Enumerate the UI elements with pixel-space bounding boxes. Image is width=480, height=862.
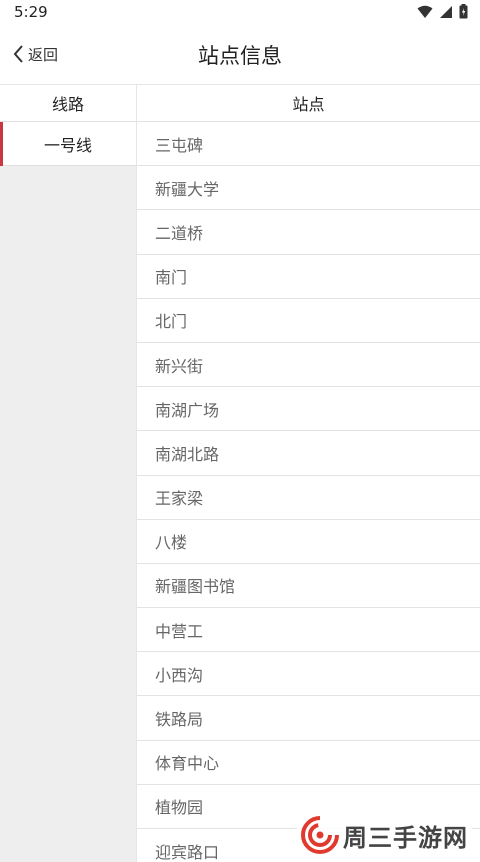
watermark-text: 周三手游网	[343, 823, 468, 852]
watermark: 周三手游网	[297, 814, 472, 856]
station-name: 中营工	[155, 621, 204, 641]
app-header: 返回 站点信息	[0, 24, 480, 84]
station-name: 小西沟	[155, 665, 204, 685]
station-name: 南湖广场	[155, 400, 220, 420]
station-name: 植物园	[155, 798, 204, 818]
station-name: 新兴街	[155, 356, 204, 376]
station-item[interactable]: 北门	[137, 299, 480, 343]
station-name: 新疆图书馆	[155, 577, 236, 597]
station-name: 新疆大学	[155, 179, 220, 199]
status-bar: 5:29	[0, 0, 480, 24]
station-item[interactable]: 三屯碑	[137, 122, 480, 167]
station-list[interactable]: 三屯碑 新疆大学 二道桥 南门 北门 新兴街 南湖广场 南湖北路 王家梁 八楼 …	[136, 122, 480, 862]
station-item[interactable]: 王家梁	[137, 476, 480, 520]
station-column-header: 站点	[136, 84, 480, 122]
station-item[interactable]: 小西沟	[137, 652, 480, 697]
station-name: 铁路局	[155, 710, 204, 730]
route-label: 一号线	[43, 135, 92, 155]
route-item-line-1[interactable]: 一号线	[0, 122, 136, 166]
station-item[interactable]: 新疆大学	[137, 166, 480, 211]
swirl-logo-icon	[301, 816, 339, 854]
station-name: 三屯碑	[155, 135, 204, 155]
station-item[interactable]: 新兴街	[137, 343, 480, 388]
route-list: 一号线	[0, 122, 136, 862]
active-indicator	[0, 122, 3, 166]
status-time: 5:29	[14, 3, 48, 21]
signal-icon	[440, 5, 452, 18]
station-item[interactable]: 铁路局	[137, 696, 480, 741]
station-item[interactable]: 南湖北路	[137, 431, 480, 476]
station-name: 二道桥	[155, 223, 204, 243]
station-name: 八楼	[155, 533, 188, 553]
station-name: 体育中心	[155, 754, 220, 774]
station-name: 迎宾路口	[155, 842, 220, 862]
wifi-icon	[417, 5, 433, 18]
station-name: 南湖北路	[155, 444, 220, 464]
battery-icon	[459, 4, 468, 19]
station-name: 北门	[155, 312, 188, 332]
station-item[interactable]: 二道桥	[137, 210, 480, 255]
station-item[interactable]: 南湖广场	[137, 387, 480, 432]
station-item[interactable]: 体育中心	[137, 741, 480, 785]
station-item[interactable]: 中营工	[137, 608, 480, 653]
station-item[interactable]: 新疆图书馆	[137, 564, 480, 609]
page-title: 站点信息	[198, 44, 282, 68]
station-item[interactable]: 南门	[137, 255, 480, 299]
route-column-header: 线路	[0, 84, 136, 122]
station-item[interactable]: 八楼	[137, 520, 480, 564]
status-icons	[417, 4, 468, 19]
station-name: 南门	[155, 268, 188, 288]
station-name: 王家梁	[155, 489, 204, 509]
